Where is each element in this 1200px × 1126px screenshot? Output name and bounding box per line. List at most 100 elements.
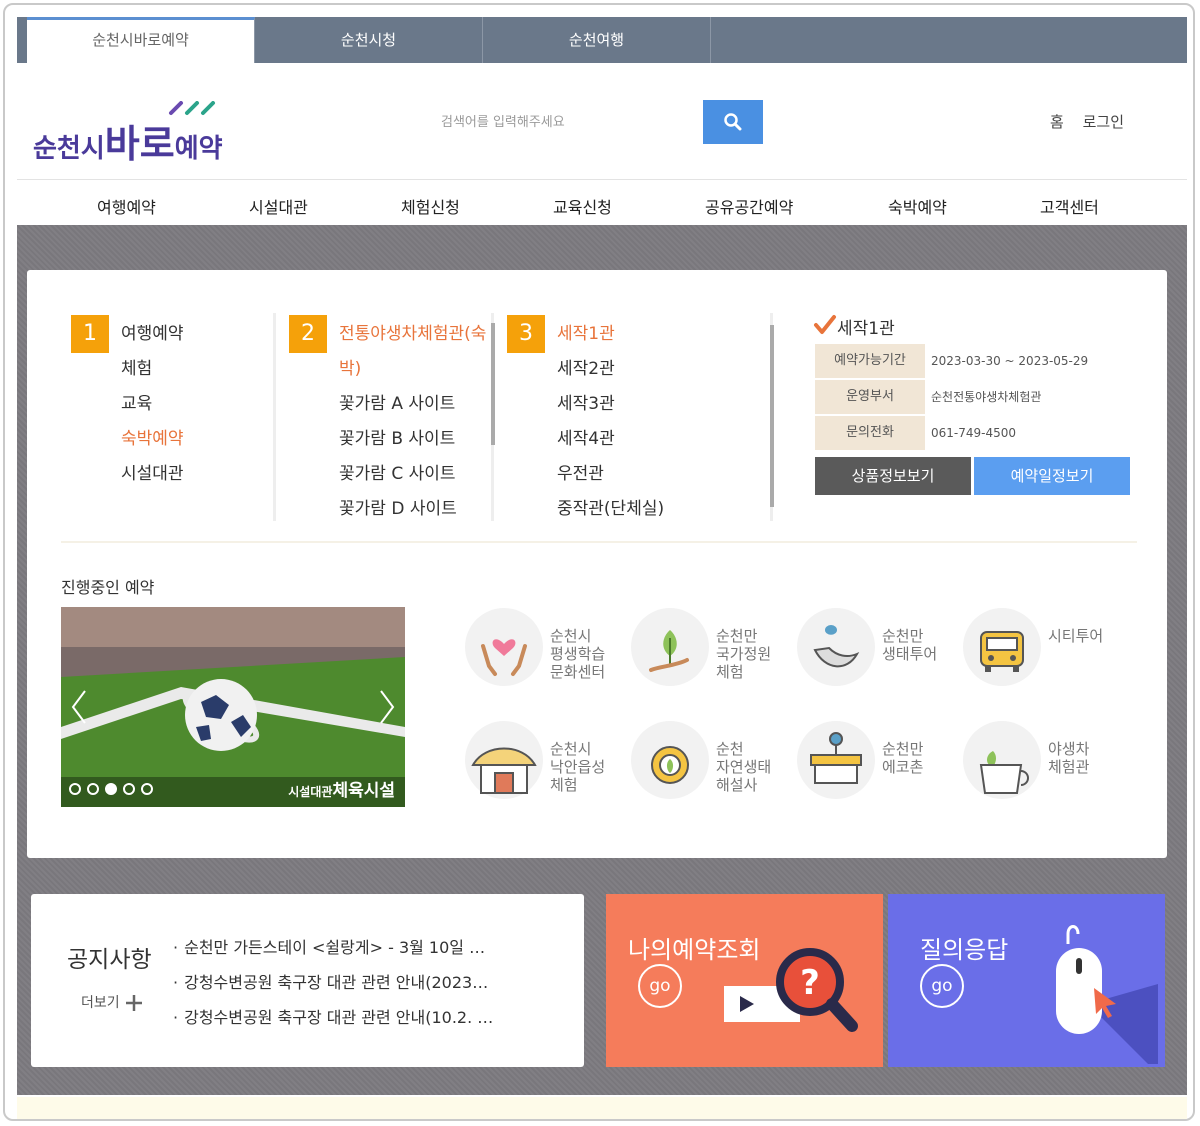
quick-link-label[interactable]: 시티투어 xyxy=(1048,627,1103,645)
notice-more-label: 더보기 xyxy=(81,995,120,1011)
step3-item[interactable]: 우전관 xyxy=(557,459,604,484)
notice-box: 공지사항 더보기 순천만 가든스테이 <쉴랑게> - 3월 10일 … 강청수변… xyxy=(31,894,584,1067)
info-value: 순천전통야생차체험관 xyxy=(931,390,1042,404)
step2-item-selected[interactable]: 전통야생차체험관(숙 xyxy=(339,319,486,344)
step3-item[interactable]: 세작4관 xyxy=(557,424,615,449)
step2-scrollbar-thumb[interactable] xyxy=(491,323,495,445)
ongoing-slider[interactable]: 시설대관체육시설 xyxy=(61,607,405,807)
info-value: 061-749-4500 xyxy=(931,426,1017,440)
slide-next-icon[interactable] xyxy=(375,687,399,727)
magnifier-question-icon: ? xyxy=(724,948,858,1032)
check-icon xyxy=(814,315,836,334)
mouse-icon xyxy=(1056,925,1158,1064)
plant-hand-icon[interactable] xyxy=(631,608,709,686)
logo-text-tail: 예약 xyxy=(174,133,223,163)
step3-item[interactable]: 세작3관 xyxy=(557,389,615,414)
quick-link-label[interactable]: 순천시 평생학습 문화센터 xyxy=(550,627,605,681)
search-input[interactable] xyxy=(425,100,705,144)
nav-shared-space[interactable]: 공유공간예약 xyxy=(705,194,793,218)
slide-dot[interactable] xyxy=(69,783,81,795)
step3-item-selected[interactable]: 세작1관 xyxy=(557,319,615,344)
step2-item[interactable]: 꽃가람 B 사이트 xyxy=(339,424,455,449)
tea-cup-icon[interactable] xyxy=(963,721,1041,799)
quick-link-label[interactable]: 순천 자연생태 해설사 xyxy=(716,740,771,794)
quick-link-label[interactable]: 순천만 국가정원 체험 xyxy=(716,627,771,681)
go-button[interactable]: go xyxy=(920,964,964,1008)
home-link[interactable]: 홈 xyxy=(1050,113,1064,131)
slide-caption-main: 체육시설 xyxy=(332,781,395,801)
step2-item[interactable]: 꽃가람 C 사이트 xyxy=(339,459,456,484)
info-label: 운영부서 xyxy=(815,380,925,414)
site-logo[interactable]: 순천시바로예약 xyxy=(31,101,231,166)
step-1-badge: 1 xyxy=(71,315,109,353)
step3-item[interactable]: 세작2관 xyxy=(557,354,615,379)
login-link[interactable]: 로그인 xyxy=(1083,113,1124,131)
svg-text:?: ? xyxy=(800,963,820,1003)
tab-travel[interactable]: 순천여행 xyxy=(483,17,711,63)
slide-caption-small: 시설대관 xyxy=(288,785,333,799)
step-2-badge: 2 xyxy=(289,315,327,353)
qna-banner[interactable]: 질의응답 go xyxy=(888,894,1165,1067)
banner-title: 질의응답 xyxy=(920,936,1009,964)
tab-city-hall[interactable]: 순천시청 xyxy=(255,17,483,63)
info-label: 문의전화 xyxy=(815,416,925,450)
quick-link-label[interactable]: 야생차 체험관 xyxy=(1048,740,1089,776)
search-box xyxy=(425,100,765,144)
search-button[interactable] xyxy=(703,100,763,144)
stall-icon[interactable] xyxy=(797,721,875,799)
nav-experience[interactable]: 체험신청 xyxy=(401,194,460,218)
quick-link-label[interactable]: 순천만 에코촌 xyxy=(882,740,923,776)
main-navigation: 여행예약 시설대관 체험신청 교육신청 공유공간예약 숙박예약 고객센터 xyxy=(17,179,1187,225)
step-3-badge: 3 xyxy=(507,315,545,353)
nav-facility[interactable]: 시설대관 xyxy=(249,194,308,218)
notice-item[interactable]: 순천만 가든스테이 <쉴랑게> - 3월 10일 … xyxy=(173,934,485,958)
nav-travel[interactable]: 여행예약 xyxy=(97,194,156,218)
plus-icon xyxy=(126,995,143,1011)
step2-item[interactable]: 꽃가람 A 사이트 xyxy=(339,389,455,414)
go-button[interactable]: go xyxy=(638,964,682,1008)
bird-icon[interactable] xyxy=(797,608,875,686)
step1-item[interactable]: 교육 xyxy=(121,389,152,414)
step1-item-selected[interactable]: 숙박예약 xyxy=(121,424,184,449)
step1-item[interactable]: 여행예약 xyxy=(121,319,184,344)
notice-item[interactable]: 강청수변공원 축구장 대관 관련 안내(2023… xyxy=(173,969,488,993)
bus-icon[interactable] xyxy=(963,608,1041,686)
step3-scrollbar-thumb[interactable] xyxy=(770,325,774,507)
quick-link-label[interactable]: 순천시 낙안읍성 체험 xyxy=(550,740,605,794)
hands-heart-icon[interactable] xyxy=(465,608,543,686)
logo-text-main: 순천시 xyxy=(33,133,105,163)
info-row-phone: 문의전화 061-749-4500 xyxy=(815,416,1131,450)
slide-dot[interactable] xyxy=(87,783,99,795)
footer-strip xyxy=(17,1097,1187,1119)
product-info-button[interactable]: 상품정보보기 xyxy=(815,457,971,495)
page-frame: 순천시바로예약 순천시청 순천여행 순천시바로예약 홈 로그인 여행예약 시설대… xyxy=(3,3,1195,1121)
step1-item[interactable]: 체험 xyxy=(121,354,152,379)
info-value: 2023-03-30 ~ 2023-05-29 xyxy=(931,354,1089,368)
step2-item[interactable]: 꽃가람 D 사이트 xyxy=(339,494,457,519)
slide-prev-icon[interactable] xyxy=(67,687,91,727)
step2-item-selected-cont[interactable]: 박) xyxy=(339,354,361,379)
slide-dot-active[interactable] xyxy=(105,783,117,795)
slide-dot[interactable] xyxy=(141,783,153,795)
info-row-department: 운영부서 순천전통야생차체험관 xyxy=(815,380,1131,414)
nav-lodging[interactable]: 숙박예약 xyxy=(888,194,947,218)
section-divider xyxy=(61,541,1137,543)
my-reservation-banner[interactable]: 나의예약조회 go ? xyxy=(606,894,883,1067)
nav-education[interactable]: 교육신청 xyxy=(553,194,612,218)
step1-item[interactable]: 시설대관 xyxy=(121,459,184,484)
gear-leaf-icon[interactable] xyxy=(631,721,709,799)
slide-caption: 시설대관체육시설 xyxy=(288,776,395,801)
ongoing-title: 진행중인 예약 xyxy=(61,578,155,597)
schedule-view-button[interactable]: 예약일정보기 xyxy=(974,457,1130,495)
search-icon xyxy=(724,113,742,131)
slide-dot[interactable] xyxy=(123,783,135,795)
step3-item[interactable]: 중작관(단체실) xyxy=(557,494,664,519)
tab-baro-reservation[interactable]: 순천시바로예약 xyxy=(27,17,255,63)
thatched-house-icon[interactable] xyxy=(465,721,543,799)
logo-text-bold: 바로 xyxy=(104,124,175,166)
logo-text: 순천시바로예약 xyxy=(33,113,223,168)
quick-link-label[interactable]: 순천만 생태투어 xyxy=(882,627,937,663)
nav-customer-center[interactable]: 고객센터 xyxy=(1040,194,1099,218)
notice-item[interactable]: 강청수변공원 축구장 대관 관련 안내(10.2. … xyxy=(173,1004,493,1028)
notice-more-link[interactable]: 더보기 xyxy=(81,992,144,1013)
